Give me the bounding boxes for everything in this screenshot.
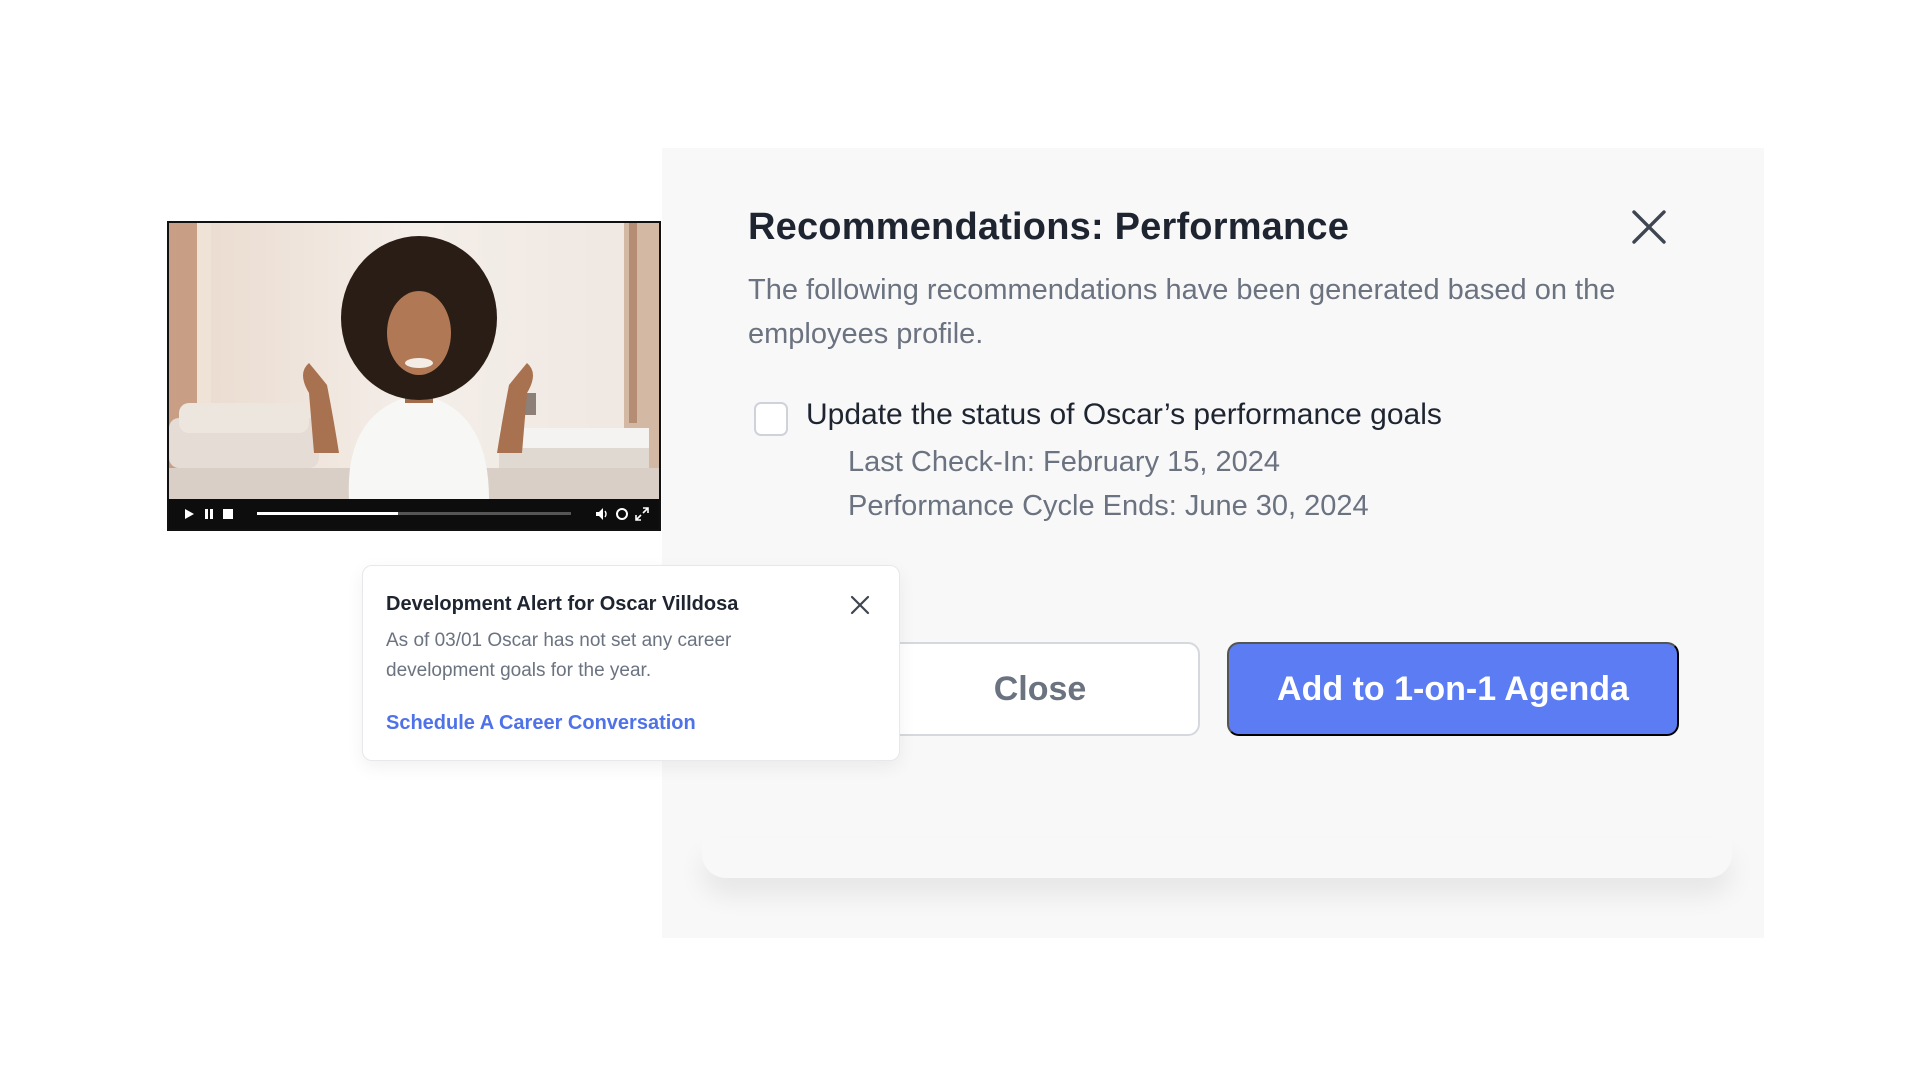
play-icon[interactable] [185, 509, 194, 519]
video-player[interactable] [167, 221, 661, 531]
cycle-end-text: Performance Cycle Ends: June 30, 2024 [848, 490, 1369, 522]
pause-icon[interactable] [205, 509, 213, 519]
schedule-conversation-link[interactable]: Schedule A Career Conversation [386, 712, 696, 735]
settings-icon[interactable] [616, 508, 628, 520]
volume-icon[interactable] [595, 507, 609, 521]
recommendations-panel: Recommendations: Performance The followi… [662, 148, 1764, 938]
last-checkin-text: Last Check-In: February 15, 2024 [848, 446, 1281, 478]
close-button[interactable]: Close [880, 642, 1200, 736]
alert-title: Development Alert for Oscar Villdosa [386, 593, 739, 615]
alert-body: As of 03/01 Oscar has not set any career… [386, 630, 732, 681]
stop-icon[interactable] [223, 509, 233, 519]
recommendations-description: The following recommendations have been … [748, 274, 1616, 350]
recommendation-item-title: Update the status of Oscar’s performance… [806, 398, 1442, 431]
recommendation-item-meta: Last Check-In: February 15, 2024 Perform… [848, 440, 1369, 528]
stage: Recommendations: Performance The followi… [0, 0, 1920, 1080]
recommendation-checkbox[interactable] [754, 402, 788, 436]
card-shadow [702, 838, 1732, 878]
close-icon[interactable] [1628, 206, 1670, 248]
fullscreen-icon[interactable] [635, 507, 649, 521]
video-frame [169, 223, 659, 499]
add-to-agenda-button[interactable]: Add to 1-on-1 Agenda [1227, 642, 1679, 736]
video-controls [169, 499, 659, 529]
alert-close-icon[interactable] [849, 594, 871, 616]
video-progress-bar[interactable] [257, 512, 571, 515]
recommendations-title: Recommendations: Performance [748, 206, 1350, 248]
development-alert: Development Alert for Oscar Villdosa As … [362, 565, 900, 761]
video-progress-fill [257, 512, 399, 515]
